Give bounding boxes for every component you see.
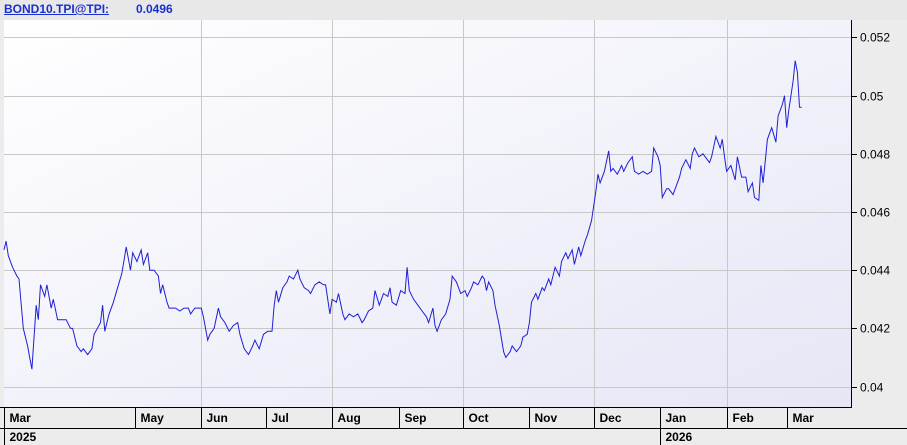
plot-area[interactable] xyxy=(4,20,851,407)
month-label: Aug xyxy=(338,411,361,425)
month-label: Mar xyxy=(10,411,32,425)
month-label: Oct xyxy=(469,411,489,425)
y-tick-label: 0.046 xyxy=(860,206,890,220)
year-label: 2026 xyxy=(666,430,693,444)
month-label: Sep xyxy=(405,411,427,425)
month-label: Nov xyxy=(535,411,558,425)
month-label: Jul xyxy=(272,411,289,425)
month-label: Feb xyxy=(733,411,754,425)
y-tick-label: 0.04 xyxy=(860,381,884,395)
price-chart: 0.04 0.042 0.044 0.046 0.048 0.05 0.052 Mar May… xyxy=(0,20,907,445)
x-axis: Mar May Jun Jul Aug Sep Oct Nov Dec Jan Feb Mar 2025… xyxy=(0,407,907,445)
y-axis: 0.04 0.042 0.044 0.046 0.048 0.05 0.052 xyxy=(851,20,890,407)
y-tick-label: 0.042 xyxy=(860,322,890,336)
month-label: Dec xyxy=(600,411,622,425)
y-tick-label: 0.048 xyxy=(860,148,890,162)
month-label: Mar xyxy=(793,411,815,425)
month-label: Jan xyxy=(666,411,687,425)
y-tick-label: 0.044 xyxy=(860,264,890,278)
x-axis-background xyxy=(0,407,907,445)
month-label: May xyxy=(141,411,165,425)
y-tick-label: 0.052 xyxy=(860,31,890,45)
month-label: Jun xyxy=(207,411,228,425)
year-label: 2025 xyxy=(10,430,37,444)
y-tick-label: 0.05 xyxy=(860,90,884,104)
